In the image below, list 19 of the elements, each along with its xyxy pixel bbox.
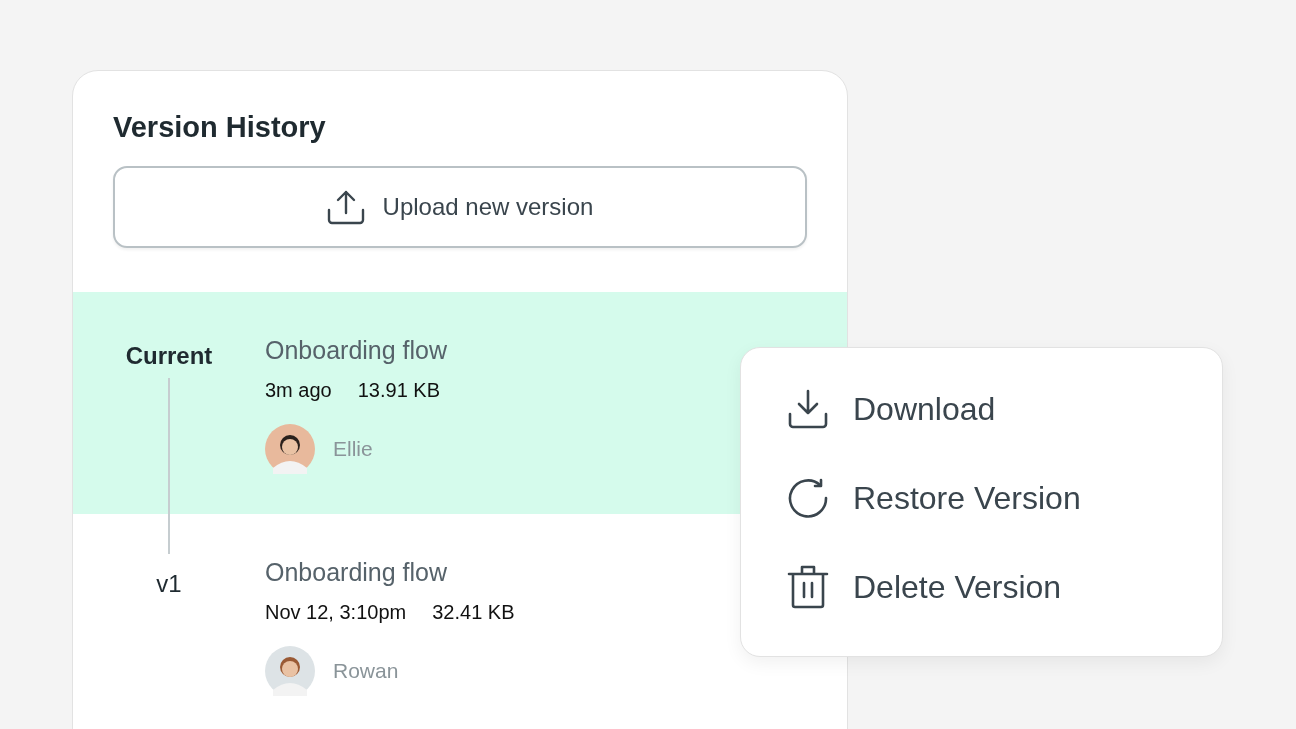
version-name: Onboarding flow: [265, 336, 448, 365]
version-label: Current: [125, 341, 213, 371]
panel-title: Version History: [113, 111, 327, 144]
upload-icon: [326, 189, 365, 225]
version-label: v1: [156, 569, 182, 599]
version-time: 3m ago: [265, 379, 332, 402]
download-icon: [787, 388, 829, 430]
file-size: 13.91 KB: [357, 379, 440, 402]
user-name: Ellie: [333, 437, 373, 461]
file-size: 32.41 KB: [432, 601, 515, 624]
upload-button[interactable]: Upload new version: [113, 166, 807, 248]
version-name: Onboarding flow: [265, 558, 449, 587]
user-name: Rowan: [333, 659, 399, 683]
trash-icon: [787, 564, 829, 610]
refresh-icon: [787, 477, 829, 519]
version-row[interactable]: Current Onboarding flow 3m ago 13.91 KB Ellie: [73, 292, 847, 514]
version-time: Nov 12, 3:10pm: [265, 601, 407, 624]
avatar: [265, 646, 315, 696]
avatar: [265, 424, 315, 474]
